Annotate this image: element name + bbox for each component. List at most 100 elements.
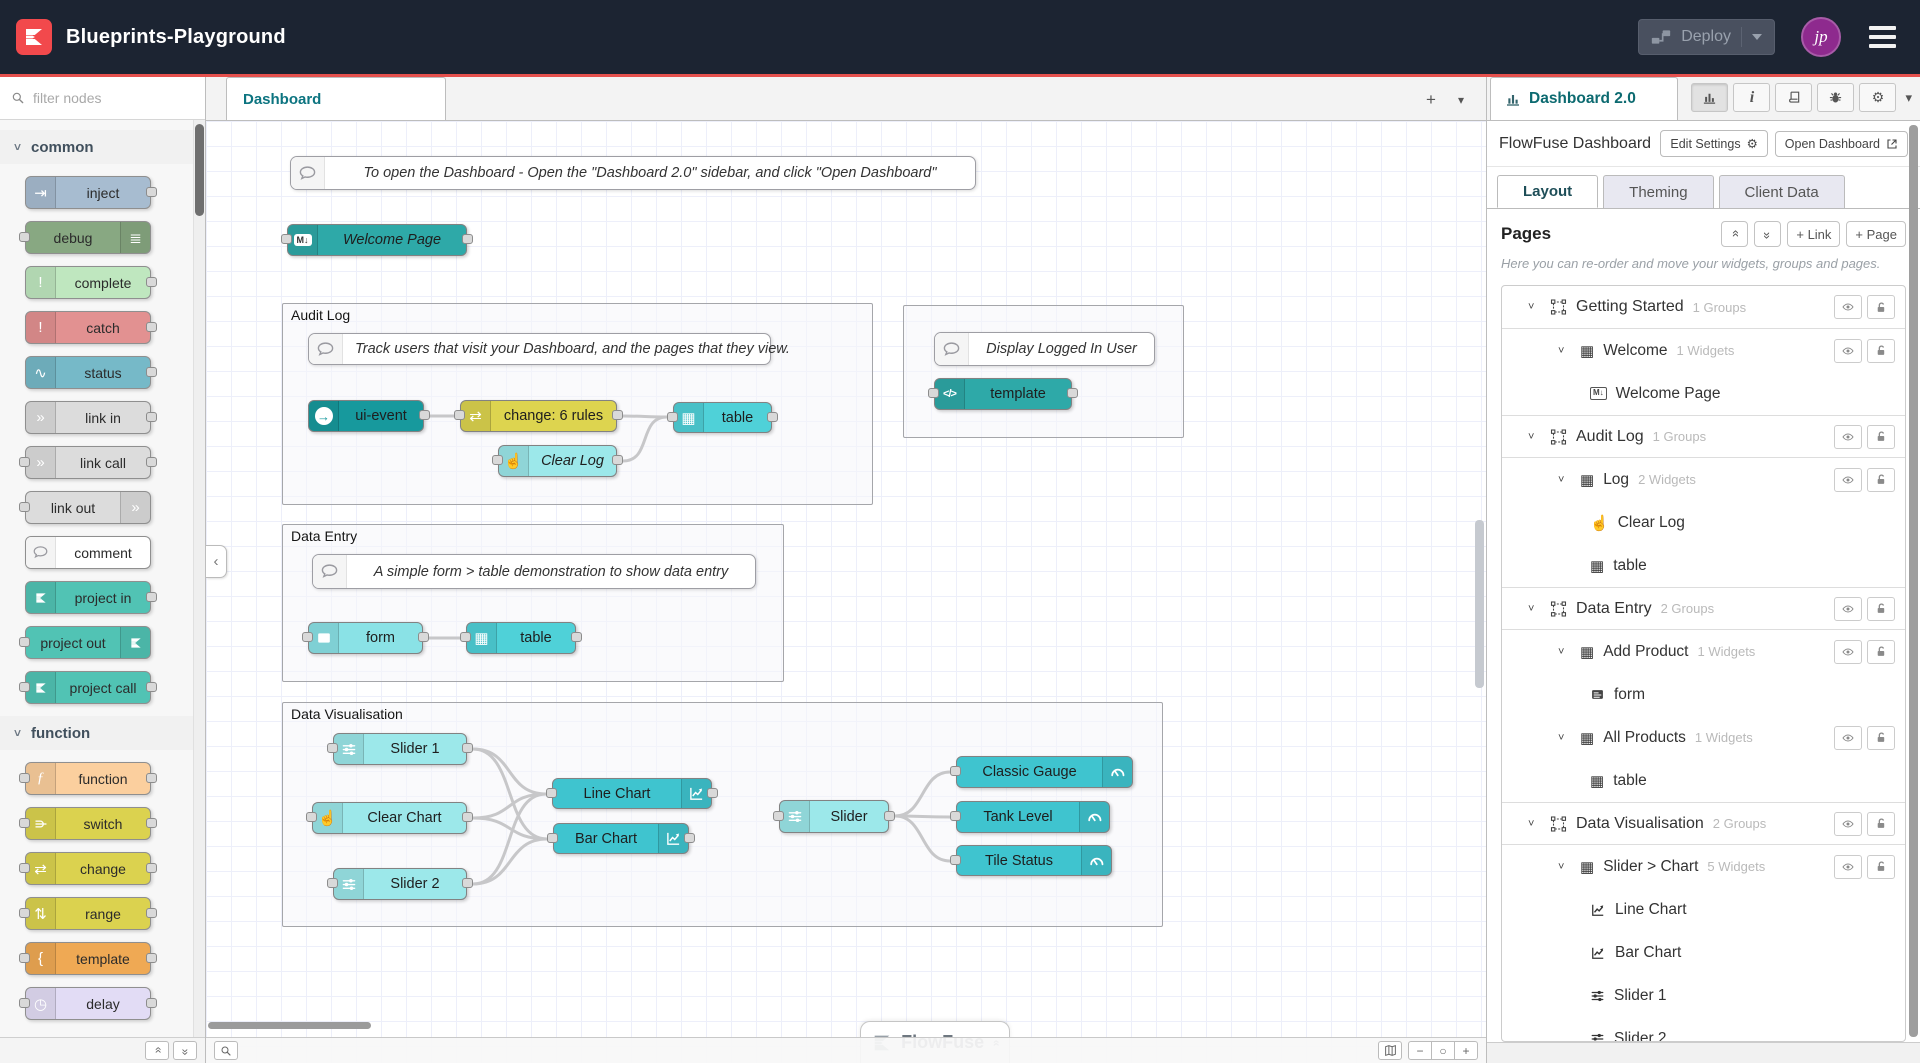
lock-button[interactable] [1867, 597, 1895, 621]
collapse-all-button[interactable]: » [145, 1041, 169, 1060]
input-port[interactable] [546, 788, 557, 798]
deploy-caret-icon[interactable] [1752, 34, 1762, 40]
open-dashboard-button[interactable]: Open Dashboard [1775, 131, 1908, 157]
chevron-down-icon[interactable]: ˅ [1528, 818, 1543, 830]
output-port[interactable] [462, 743, 473, 753]
input-port[interactable] [547, 833, 558, 843]
output-port[interactable] [1067, 388, 1078, 398]
output-port[interactable] [418, 632, 429, 642]
tab-client-data[interactable]: Client Data [1719, 175, 1845, 208]
flow-canvas[interactable]: Audit Log Data Entry Data Visualisation … [206, 121, 1486, 1063]
canvas-vertical-scrollbar[interactable] [1475, 520, 1484, 688]
lock-button[interactable] [1867, 425, 1895, 449]
sidebar-help-button[interactable] [1775, 83, 1812, 112]
palette-scrollbar[interactable] [193, 120, 205, 1037]
input-port[interactable] [19, 953, 30, 963]
tree-group-log[interactable]: ˅ ▦ Log 2 Widgets [1502, 458, 1905, 501]
palette-node-project-in[interactable]: project in [25, 581, 151, 614]
input-port[interactable] [950, 855, 961, 865]
tree-group-welcome[interactable]: ˅ ▦ Welcome 1 Widgets [1502, 329, 1905, 372]
node-line-chart[interactable]: Line Chart [552, 778, 712, 809]
sidebar-tab-dashboard[interactable]: Dashboard 2.0 [1490, 77, 1678, 120]
node-clear-log[interactable]: ☝ Clear Log [498, 445, 617, 477]
palette-node-template[interactable]: { template [25, 942, 151, 975]
palette-node-status[interactable]: ∿ status [25, 356, 151, 389]
sidebar-tabs-caret[interactable]: ▾ [1905, 90, 1912, 106]
visibility-button[interactable] [1834, 855, 1862, 879]
input-port[interactable] [492, 455, 503, 465]
tree-widget-slider-2[interactable]: Slider 2 [1502, 1017, 1905, 1042]
lock-button[interactable] [1867, 640, 1895, 664]
input-port[interactable] [667, 412, 678, 422]
input-port[interactable] [19, 998, 30, 1008]
output-port[interactable] [146, 863, 157, 873]
visibility-button[interactable] [1834, 640, 1862, 664]
palette-section-function[interactable]: ˅ function [0, 716, 193, 750]
output-port[interactable] [146, 818, 157, 828]
comment-node-track-users[interactable]: Track users that visit your Dashboard, a… [308, 333, 771, 365]
output-port[interactable] [146, 277, 157, 287]
tree-page-getting-started[interactable]: ˅ Getting Started 1 Groups [1502, 286, 1905, 329]
tree-page-data-entry[interactable]: ˅ Data Entry 2 Groups [1502, 587, 1905, 630]
input-port[interactable] [454, 410, 465, 420]
input-port[interactable] [327, 743, 338, 753]
chevron-down-icon[interactable]: ˅ [1558, 732, 1573, 744]
group-logged-in-user[interactable] [903, 305, 1184, 438]
collapse-all-pages-button[interactable]: » [1721, 221, 1748, 247]
tree-widget-form[interactable]: form [1502, 673, 1905, 716]
node-table-data-entry[interactable]: ▦ table [466, 622, 576, 654]
output-port[interactable] [146, 322, 157, 332]
sidebar-debug-button[interactable] [1817, 83, 1854, 112]
add-flow-button[interactable]: + [1426, 91, 1436, 108]
user-avatar[interactable]: jp [1801, 17, 1841, 57]
edit-settings-button[interactable]: Edit Settings ⚙ [1660, 130, 1767, 157]
output-port[interactable] [146, 412, 157, 422]
node-change-6-rules[interactable]: ⇄ change: 6 rules [460, 400, 617, 432]
lock-button[interactable] [1867, 726, 1895, 750]
input-port[interactable] [19, 863, 30, 873]
tree-widget-welcome-page[interactable]: M↓ Welcome Page [1502, 372, 1905, 415]
tree-page-audit-log[interactable]: ˅ Audit Log 1 Groups [1502, 415, 1905, 458]
input-port[interactable] [950, 766, 961, 776]
palette-scrollbar-thumb[interactable] [195, 124, 204, 216]
canvas-horizontal-scrollbar[interactable] [208, 1022, 371, 1029]
output-port[interactable] [462, 234, 473, 244]
palette-node-debug[interactable]: ≣ debug [25, 221, 151, 254]
palette-node-link-out[interactable]: » link out [25, 491, 151, 524]
output-port[interactable] [146, 592, 157, 602]
input-port[interactable] [302, 632, 313, 642]
chevron-down-icon[interactable]: ˅ [1558, 861, 1573, 873]
sidebar-scrollbar-thumb[interactable] [1909, 125, 1918, 1037]
palette-node-complete[interactable]: ! complete [25, 266, 151, 299]
node-table-audit[interactable]: ▦ table [673, 402, 772, 433]
node-classic-gauge[interactable]: Classic Gauge [956, 756, 1133, 788]
node-slider[interactable]: Slider [779, 800, 889, 833]
chevron-down-icon[interactable]: ˅ [1528, 301, 1543, 313]
input-port[interactable] [19, 818, 30, 828]
output-port[interactable] [146, 367, 157, 377]
visibility-button[interactable] [1834, 812, 1862, 836]
node-form[interactable]: form [308, 622, 423, 654]
chevron-down-icon[interactable]: ˅ [1558, 474, 1573, 486]
comment-node-data-entry[interactable]: A simple form > table demonstration to s… [312, 554, 756, 589]
input-port[interactable] [19, 773, 30, 783]
node-template[interactable]: </> template [934, 378, 1072, 410]
output-port[interactable] [884, 811, 895, 821]
palette-node-project-call[interactable]: project call [25, 671, 151, 704]
zoom-out-button[interactable]: − [1408, 1041, 1432, 1060]
output-port[interactable] [612, 455, 623, 465]
lock-button[interactable] [1867, 855, 1895, 879]
input-port[interactable] [460, 632, 471, 642]
sidebar-info-button[interactable]: i [1733, 83, 1770, 112]
lock-button[interactable] [1867, 812, 1895, 836]
output-port[interactable] [146, 773, 157, 783]
tree-group-add-product[interactable]: ˅ ▦ Add Product 1 Widgets [1502, 630, 1905, 673]
tree-widget-table[interactable]: ▦ table [1502, 544, 1905, 587]
expand-all-pages-button[interactable]: » [1754, 221, 1781, 247]
palette-node-delay[interactable]: ◷ delay [25, 987, 151, 1020]
visibility-button[interactable] [1834, 295, 1862, 319]
output-port[interactable] [419, 410, 430, 420]
palette-node-catch[interactable]: ! catch [25, 311, 151, 344]
palette-node-link-call[interactable]: » link call [25, 446, 151, 479]
tree-page-data-visualisation[interactable]: ˅ Data Visualisation 2 Groups [1502, 802, 1905, 845]
